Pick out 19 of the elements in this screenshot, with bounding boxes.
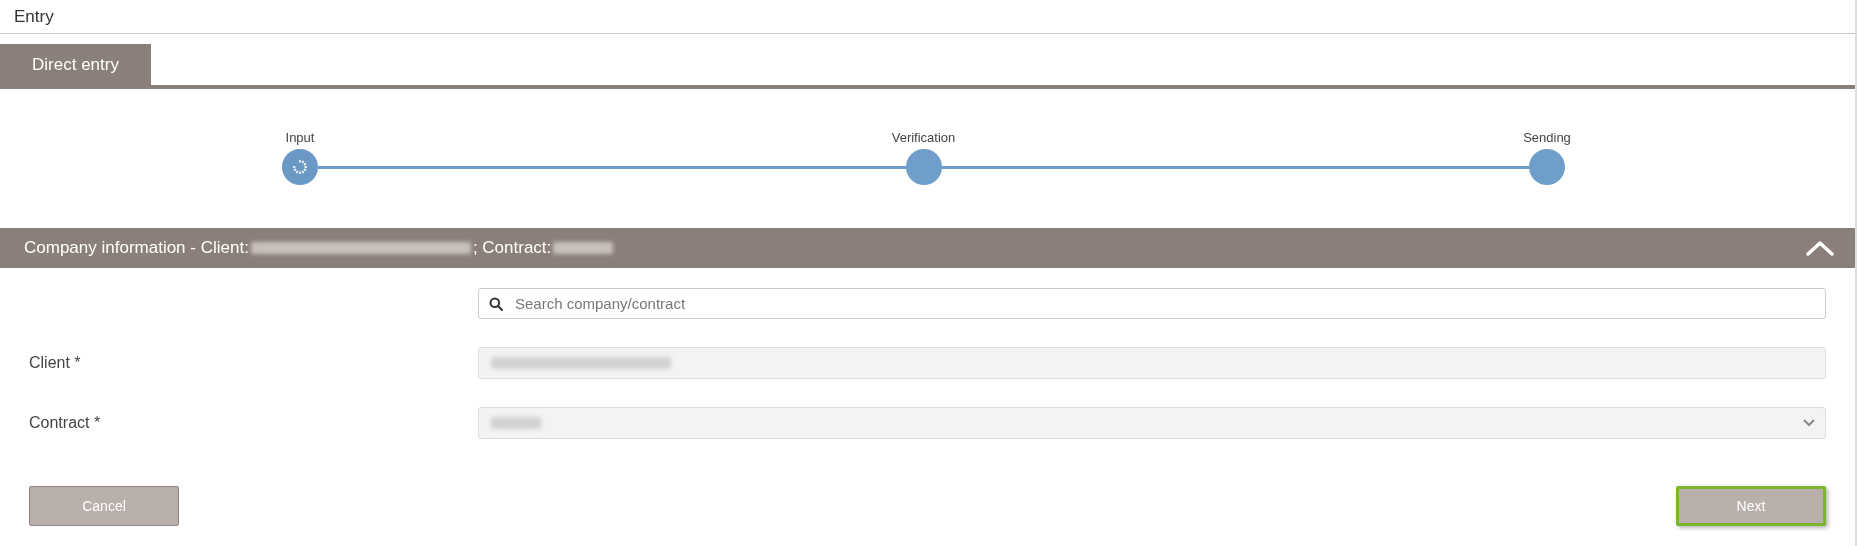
next-button[interactable]: Next (1676, 486, 1826, 526)
search-box[interactable]: Search company/contract (478, 288, 1826, 319)
step-label: Input (285, 129, 315, 147)
step-label: Sending (1523, 129, 1571, 147)
section-title: ; Contract: (472, 238, 552, 258)
field-label: Client * (29, 354, 82, 372)
tab[interactable]: Direct entry (0, 44, 151, 85)
chevron-up-icon (1805, 239, 1835, 257)
redacted-text (491, 417, 541, 429)
spinner-icon (292, 159, 308, 175)
step-label: Verification (891, 129, 956, 147)
field-label: Contract * (29, 414, 102, 432)
search-icon (489, 296, 503, 311)
page-title: Entry (14, 6, 54, 27)
section-title: Company information - Client: (24, 238, 249, 258)
redacted-text (553, 242, 614, 254)
cancel-button[interactable]: Cancel (29, 486, 179, 526)
collapse-button[interactable] (1805, 239, 1835, 257)
chevron-down-icon (1803, 419, 1815, 427)
